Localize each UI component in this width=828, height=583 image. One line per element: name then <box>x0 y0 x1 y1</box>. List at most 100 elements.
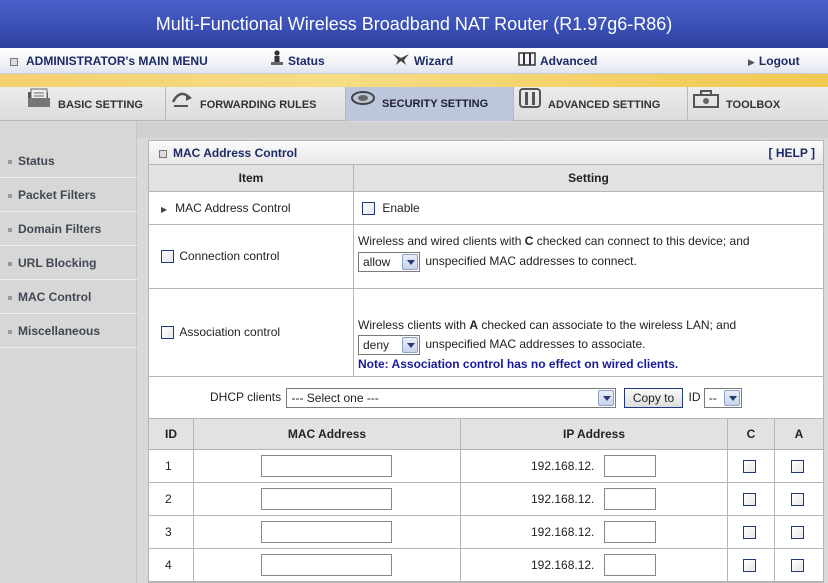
connect-checkbox[interactable] <box>743 493 756 506</box>
ip-suffix-input[interactable] <box>604 488 656 510</box>
ip-prefix: 192.168.12. <box>531 459 595 473</box>
arrow-right-icon: ▶ <box>748 57 755 67</box>
mac-control-row: ▶ MAC Address Control Enable <box>149 192 823 225</box>
associate-checkbox[interactable] <box>791 526 804 539</box>
association-policy-select[interactable]: deny <box>358 335 420 355</box>
dhcp-clients-row: DHCP clients --- Select one --- Copy to … <box>149 377 823 419</box>
help-link[interactable]: [ HELP ] <box>769 141 815 165</box>
sidebar-item-miscellaneous[interactable]: Miscellaneous <box>0 314 137 348</box>
ip-suffix-input[interactable] <box>604 455 656 477</box>
wizard-icon <box>392 49 410 75</box>
enable-setting: Enable <box>362 192 420 224</box>
association-control-setting: Wireless clients with A checked can asso… <box>358 289 820 376</box>
tab-toolbox[interactable]: TOOLBOX <box>688 87 808 121</box>
id-select[interactable]: -- <box>703 387 742 408</box>
admin-main-menu: ADMINISTRATOR's MAIN MENU <box>10 48 208 74</box>
associate-checkbox[interactable] <box>791 493 804 506</box>
sidebar-item-label: URL Blocking <box>18 256 97 270</box>
a-column-header: A <box>794 427 804 441</box>
wizard-menu-label: Wizard <box>414 54 454 68</box>
connection-control-label: Connection control <box>179 249 280 263</box>
connection-control-checkbox[interactable] <box>161 250 174 264</box>
advanced-menu-link[interactable]: Advanced <box>518 48 597 74</box>
tab-basic-setting[interactable]: BASIC SETTING <box>22 87 166 121</box>
association-description: Wireless clients with A checked can asso… <box>358 316 820 334</box>
ip-suffix-input[interactable] <box>604 521 656 543</box>
enable-checkbox[interactable] <box>362 202 375 216</box>
sidebar-item-url-blocking[interactable]: URL Blocking <box>0 246 137 280</box>
association-select-line: deny unspecified MAC addresses to associ… <box>358 335 820 355</box>
mac-column-header: MAC Address <box>287 427 367 441</box>
ip-prefix: 192.168.12. <box>531 525 595 539</box>
connection-policy-select[interactable]: allow <box>358 252 420 272</box>
chevron-down-icon <box>402 254 418 270</box>
admin-main-menu-label: ADMINISTRATOR's MAIN MENU <box>26 54 208 68</box>
admin-menu-bar: ADMINISTRATOR's MAIN MENU Status Wizard … <box>0 48 828 74</box>
status-menu-link[interactable]: Status <box>270 48 325 74</box>
sidebar-item-status[interactable]: Status <box>0 144 137 178</box>
lock-icon <box>350 87 376 121</box>
row-id: 4 <box>165 558 172 572</box>
mac-control-item: ▶ MAC Address Control <box>161 192 291 224</box>
sidebar-item-domain-filters[interactable]: Domain Filters <box>0 212 137 246</box>
c-column-header: C <box>746 427 756 441</box>
copy-to-button[interactable]: Copy to <box>623 387 684 408</box>
mac-address-input[interactable] <box>261 521 392 543</box>
chevron-down-icon <box>402 337 418 353</box>
ip-prefix: 192.168.12. <box>531 492 595 506</box>
panel-title: MAC Address Control <box>173 146 298 160</box>
sidebar-item-mac-control[interactable]: MAC Control <box>0 280 137 314</box>
wizard-menu-link[interactable]: Wizard <box>392 48 453 74</box>
tab-bar: BASIC SETTING FORWARDING RULES SECURITY … <box>0 87 828 121</box>
connection-select-line: allow unspecified MAC addresses to conne… <box>358 252 820 272</box>
advanced-menu-label: Advanced <box>540 54 598 68</box>
folder-icon <box>26 87 52 123</box>
associate-checkbox[interactable] <box>791 559 804 572</box>
id-select-value: -- <box>708 390 717 405</box>
mac-address-input[interactable] <box>261 455 392 477</box>
tab-advanced-setting-label: ADVANCED SETTING <box>548 98 661 111</box>
connection-text-a: Wireless and wired clients with <box>358 234 525 248</box>
bullet-icon <box>8 295 12 300</box>
connect-checkbox[interactable] <box>743 559 756 572</box>
chevron-down-icon <box>598 389 615 406</box>
mac-address-input[interactable] <box>261 488 392 510</box>
page-title: Multi-Functional Wireless Broadband NAT … <box>0 0 828 48</box>
connect-checkbox[interactable] <box>743 526 756 539</box>
dhcp-clients-value: --- Select one --- <box>291 390 379 405</box>
square-bullet-icon <box>159 150 167 158</box>
connection-control-row: Connection control Wireless and wired cl… <box>149 225 823 289</box>
tab-forwarding-rules[interactable]: FORWARDING RULES <box>166 87 346 121</box>
enable-label: Enable <box>382 201 420 215</box>
table-row: 3 192.168.12. <box>149 516 823 549</box>
connection-text-tail: unspecified MAC addresses to connect. <box>425 254 637 269</box>
association-control-checkbox[interactable] <box>161 326 174 340</box>
tab-security-setting[interactable]: SECURITY SETTING <box>346 87 514 121</box>
advanced-icon <box>518 49 536 75</box>
dhcp-clients-select[interactable]: --- Select one --- <box>286 387 617 408</box>
association-text-a: Wireless clients with <box>358 318 470 332</box>
tab-basic-setting-label: BASIC SETTING <box>58 98 143 111</box>
bullet-icon <box>8 159 12 164</box>
connection-control-item: Connection control <box>161 225 279 288</box>
tab-security-setting-label: SECURITY SETTING <box>382 98 489 110</box>
connection-description: Wireless and wired clients with C checke… <box>358 232 820 250</box>
sidebar: Status Packet Filters Domain Filters URL… <box>0 122 137 583</box>
person-icon <box>270 49 284 75</box>
mac-control-label: MAC Address Control <box>175 201 291 215</box>
mac-address-input[interactable] <box>261 554 392 576</box>
associate-checkbox[interactable] <box>791 460 804 473</box>
id-label: ID <box>688 390 701 404</box>
association-control-item: Association control <box>161 289 280 376</box>
logout-link[interactable]: ▶ Logout <box>748 48 800 74</box>
ip-suffix-input[interactable] <box>604 554 656 576</box>
row-id: 3 <box>165 525 172 539</box>
association-control-row: Association control Wireless clients wit… <box>149 289 823 377</box>
sidebar-item-packet-filters[interactable]: Packet Filters <box>0 178 137 212</box>
association-text-tail: unspecified MAC addresses to associate. <box>425 337 646 352</box>
tab-advanced-setting[interactable]: ADVANCED SETTING <box>514 87 688 121</box>
connection-policy-value: allow <box>363 255 391 269</box>
connect-checkbox[interactable] <box>743 460 756 473</box>
triangle-right-icon: ▶ <box>161 205 168 214</box>
status-menu-label: Status <box>288 54 325 68</box>
